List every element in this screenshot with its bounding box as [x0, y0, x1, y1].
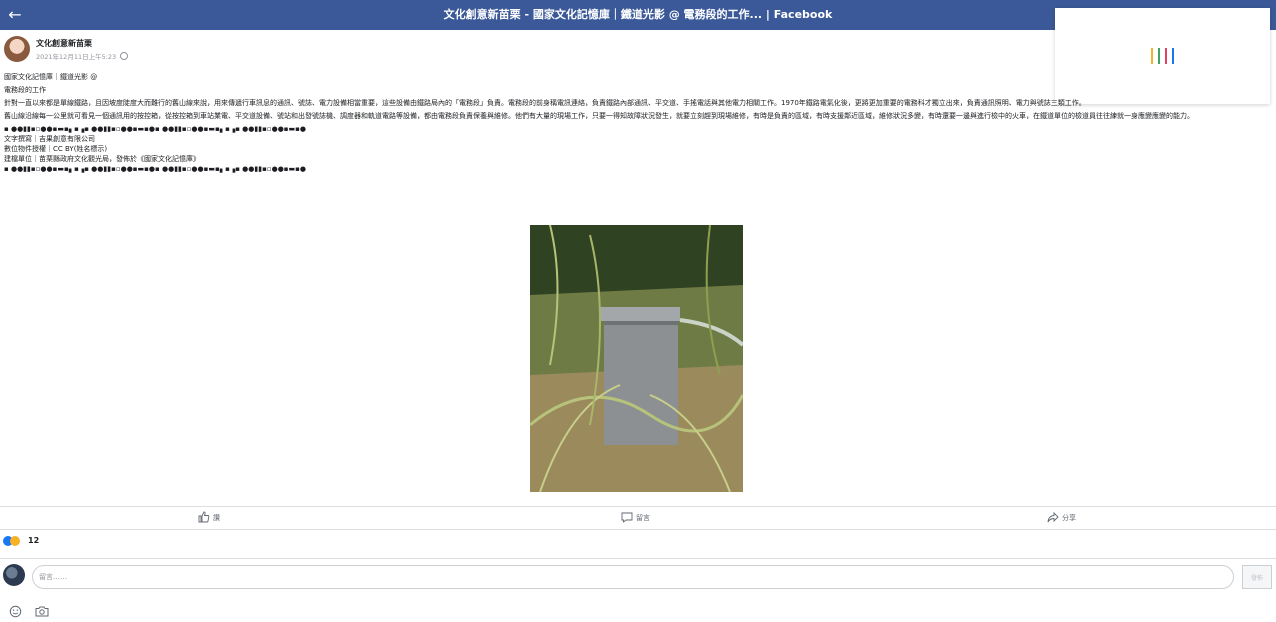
post-actions-bar: 讚 留言 分享 — [0, 506, 1276, 530]
photo-scene — [530, 225, 743, 492]
timestamp-text: 2021年12月11日上午5:23 — [36, 53, 117, 61]
credit-line: 數位物件授權｜CC BY(姓名標示) — [4, 145, 108, 153]
post-line: 國家文化記憶庫｜鐵道光影 @ — [4, 73, 98, 81]
comment-button[interactable]: 留言 — [621, 511, 650, 523]
wow-icon — [10, 536, 20, 546]
share-icon — [1047, 511, 1059, 523]
emoji-icon[interactable] — [9, 603, 22, 622]
comment-icon — [621, 512, 633, 523]
like-label: 讚 — [213, 514, 220, 522]
comment-composer — [0, 558, 1276, 559]
credit-line: 建檔單位｜苗栗縣政府文化觀光局，發佈於《國家文化記憶庫》 — [4, 155, 200, 163]
post-body: 國家文化記憶庫｜鐵道光影 @ 電務段的工作 針對一直以來都是單線鐵路，且因坡度陡… — [4, 72, 1270, 174]
share-button[interactable]: 分享 — [1047, 511, 1076, 523]
post-paragraph: 舊山線沿線每一公里就可看見一個通訊用的按控箱，從按控箱到車站業電、平交道設備、號… — [4, 112, 1194, 120]
share-label: 分享 — [1062, 514, 1076, 522]
post-divider: ▪ ●●▮▮▪▫●●▪▬▪▖▪▗▪ ●●▮▮▪▫●●▪▬▪●▪ ●●▮▮▪▫●●… — [4, 125, 307, 133]
comment-label: 留言 — [636, 514, 650, 522]
globe-icon — [120, 52, 129, 60]
post-comment-button[interactable]: 發佈 — [1242, 565, 1272, 589]
post-line: 電務段的工作 — [4, 86, 46, 94]
post-timestamp[interactable]: 2021年12月11日上午5:23 — [36, 51, 129, 61]
post-photo[interactable] — [530, 225, 743, 492]
user-avatar — [3, 564, 25, 586]
camera-icon[interactable] — [35, 603, 49, 622]
post-paragraph: 針對一直以來都是單線鐵路，且因坡度陡度大而難行的舊山線來說，用來傳遞行車訊息的通… — [4, 99, 1086, 107]
reaction-count: 12 — [28, 536, 40, 545]
loading-spinner-icon — [1151, 48, 1179, 64]
thumbs-up-icon — [198, 511, 210, 523]
post-divider: ▪ ●●▮▮▪▫●●▪▬▪▖▪▗▪ ●●▮▮▪▫●●▪▬▪●▪ ●●▮▮▪▫●●… — [4, 165, 307, 173]
like-button[interactable]: 讚 — [198, 511, 220, 523]
comment-input[interactable] — [32, 565, 1234, 589]
author-avatar[interactable] — [4, 36, 30, 62]
credit-line: 文字撰寫｜吉果創意有限公司 — [4, 135, 95, 143]
author-name[interactable]: 文化創意新苗栗 — [36, 38, 92, 49]
